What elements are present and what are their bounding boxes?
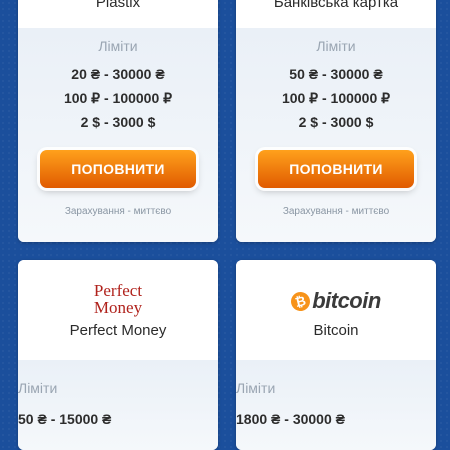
card-limits-section (236, 360, 436, 450)
limits-title: Ліміти (236, 380, 276, 396)
deposit-button[interactable]: ПОПОВНИТИ (40, 150, 196, 188)
limit-uah: 20 ₴ - 30000 ₴ (71, 66, 165, 82)
payment-card-bank-card: Банківська картка Ліміти 50 ₴ - 30000 ₴ … (236, 0, 436, 242)
processing-note: Зарахування - миттєво (282, 206, 390, 217)
deposit-button[interactable]: ПОПОВНИТИ (258, 150, 414, 188)
limit-usd: 2 $ - 3000 $ (80, 114, 156, 130)
card-limits-section (18, 360, 218, 450)
limits-title: Ліміти (316, 38, 356, 54)
limit-rub: 100 ₽ - 100000 ₽ (281, 90, 391, 106)
card-header: Банківська картка (236, 0, 436, 28)
card-header: Perfect Money Perfect Money (18, 260, 218, 360)
limit-uah: 50 ₴ - 15000 ₴ (18, 411, 112, 427)
method-name: Perfect Money (69, 322, 167, 339)
bitcoin-wordmark: bitcoin (312, 288, 381, 313)
limit-usd: 2 $ - 3000 $ (298, 114, 374, 130)
limits-list: 20 ₴ - 30000 ₴ 100 ₽ - 100000 ₽ 2 $ - 30… (18, 62, 218, 134)
card-limits-section: Ліміти 20 ₴ - 30000 ₴ 100 ₽ - 100000 ₽ 2… (18, 28, 218, 242)
limits-list: 50 ₴ - 30000 ₴ 100 ₽ - 100000 ₽ 2 $ - 30… (236, 62, 436, 134)
limit-uah: 50 ₴ - 30000 ₴ (289, 66, 383, 82)
method-name: Plastix (95, 0, 141, 11)
limits-title: Ліміти (98, 38, 138, 54)
limit-uah: 1800 ₴ - 30000 ₴ (236, 411, 345, 427)
bitcoin-symbol-icon: ₿ (289, 289, 313, 313)
card-header: ₿ bitcoin Bitcoin (236, 260, 436, 360)
card-header: Plastix (18, 0, 218, 28)
processing-note: Зарахування - миттєво (64, 206, 172, 217)
payment-card-plastix: Plastix Ліміти 20 ₴ - 30000 ₴ 100 ₽ - 10… (18, 0, 218, 242)
method-name: Банківська картка (273, 0, 399, 11)
payment-card-perfect-money: Perfect Money Perfect Money Ліміти 50 ₴ … (18, 260, 218, 450)
payment-card-bitcoin: ₿ bitcoin Bitcoin Ліміти 1800 ₴ - 30000 … (236, 260, 436, 450)
perfect-money-logo-icon: Perfect Money (93, 281, 143, 317)
limits-title: Ліміти (18, 380, 58, 396)
card-limits-section: Ліміти 50 ₴ - 30000 ₴ 100 ₽ - 100000 ₽ 2… (236, 28, 436, 242)
limit-rub: 100 ₽ - 100000 ₽ (63, 90, 173, 106)
method-name: Bitcoin (313, 322, 359, 339)
bitcoin-logo-icon: ₿ bitcoin (289, 288, 381, 314)
